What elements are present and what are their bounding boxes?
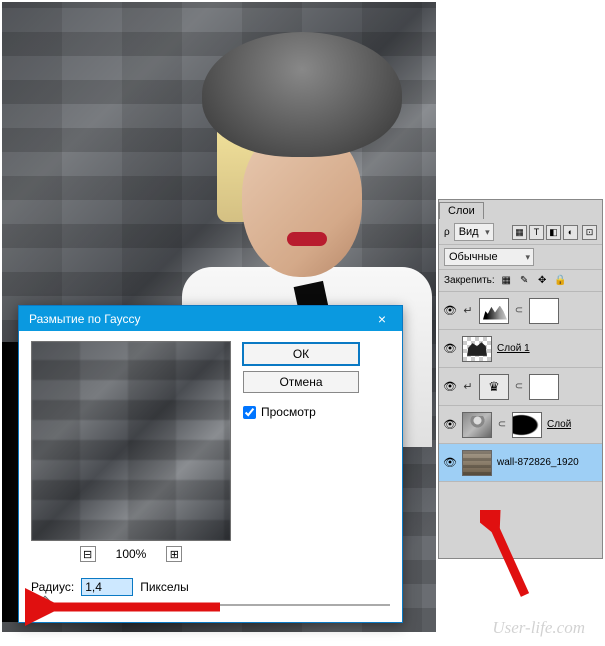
gaussian-blur-dialog: Размытие по Гауссу × ⊟ 100% ⊞ ОК Отмена … (18, 305, 403, 623)
layer-row-1[interactable]: 👁 Слой 1 (439, 330, 602, 368)
zoom-out-button[interactable]: ⊟ (80, 546, 96, 562)
layer-mask-thumbnail[interactable] (512, 412, 542, 438)
layer-row-0[interactable]: 👁 ↵ ⊂ (439, 292, 602, 330)
visibility-eye-icon[interactable]: 👁 (443, 456, 457, 470)
radius-unit: Пикселы (140, 580, 189, 594)
radius-slider[interactable] (31, 598, 390, 612)
layer-name-label[interactable]: Слой 1 (497, 343, 530, 354)
layer-thumbnail[interactable]: ♛ (479, 374, 509, 400)
filter-toggle-icon[interactable]: ⊡ (582, 225, 597, 240)
lock-option-icon-0[interactable]: ▦ (499, 273, 514, 288)
layer-mask-thumbnail[interactable] (529, 298, 559, 324)
layer-row-2[interactable]: 👁 ↵ ♛ ⊂ (439, 368, 602, 406)
dialog-title-text: Размытие по Гауссу (29, 312, 140, 326)
visibility-eye-icon[interactable]: 👁 (443, 418, 457, 432)
blend-mode-dropdown[interactable]: Обычные (444, 248, 534, 266)
layers-panel: Слои ρ Вид ▦T◧◐ ⊡ Обычные Закрепить: ▦✎✥… (438, 199, 603, 559)
layer-filter-icon-3[interactable]: ◐ (563, 225, 578, 240)
layer-thumbnail[interactable] (462, 412, 492, 438)
radius-input[interactable] (81, 578, 133, 596)
preview-checkbox-label: Просмотр (261, 405, 316, 419)
layer-kind-dropdown[interactable]: Вид (454, 223, 494, 241)
layer-thumbnail[interactable] (462, 336, 492, 362)
adjustment-indicator-icon: ↵ (462, 304, 474, 317)
visibility-eye-icon[interactable]: 👁 (443, 304, 457, 318)
mask-link-icon[interactable]: ⊂ (497, 419, 507, 430)
layer-name-label[interactable]: wall-872826_1920 (497, 457, 579, 468)
lock-option-icon-1[interactable]: ✎ (517, 273, 532, 288)
layer-thumbnail[interactable] (479, 298, 509, 324)
ok-button[interactable]: ОК (243, 343, 359, 365)
layer-filter-icon-2[interactable]: ◧ (546, 225, 561, 240)
adjustment-indicator-icon: ↵ (462, 380, 474, 393)
zoom-percent: 100% (116, 547, 147, 561)
layer-list: 👁 ↵ ⊂ 👁 Слой 1 👁 ↵ ♛ ⊂ 👁 ⊂ Слой 👁 wall-872826_1920 (439, 292, 602, 482)
cancel-button[interactable]: Отмена (243, 371, 359, 393)
mask-link-icon[interactable]: ⊂ (514, 305, 524, 316)
preview-checkbox[interactable] (243, 406, 256, 419)
layer-row-3[interactable]: 👁 ⊂ Слой (439, 406, 602, 444)
preview-checkbox-row[interactable]: Просмотр (243, 405, 359, 419)
blur-preview[interactable] (31, 341, 231, 541)
close-icon[interactable]: × (362, 306, 402, 331)
dialog-titlebar[interactable]: Размытие по Гауссу × (19, 306, 402, 331)
layer-filter-icon-1[interactable]: T (529, 225, 544, 240)
zoom-in-button[interactable]: ⊞ (166, 546, 182, 562)
mask-link-icon[interactable]: ⊂ (514, 381, 524, 392)
layer-name-label[interactable]: Слой (547, 419, 571, 430)
layer-thumbnail[interactable] (462, 450, 492, 476)
lock-option-icon-2[interactable]: ✥ (535, 273, 550, 288)
lock-option-icon-3[interactable]: 🔒 (553, 273, 568, 288)
lock-label: Закрепить: (444, 275, 495, 286)
visibility-eye-icon[interactable]: 👁 (443, 380, 457, 394)
layer-mask-thumbnail[interactable] (529, 374, 559, 400)
radius-label: Радиус: (31, 580, 74, 594)
layer-filter-icon-0[interactable]: ▦ (512, 225, 527, 240)
watermark: User-life.com (492, 618, 585, 638)
panel-tab-row: Слои (439, 200, 602, 220)
radius-slider-thumb[interactable] (37, 596, 54, 613)
layer-row-4[interactable]: 👁 wall-872826_1920 (439, 444, 602, 482)
visibility-eye-icon[interactable]: 👁 (443, 342, 457, 356)
layers-tab[interactable]: Слои (439, 202, 484, 219)
